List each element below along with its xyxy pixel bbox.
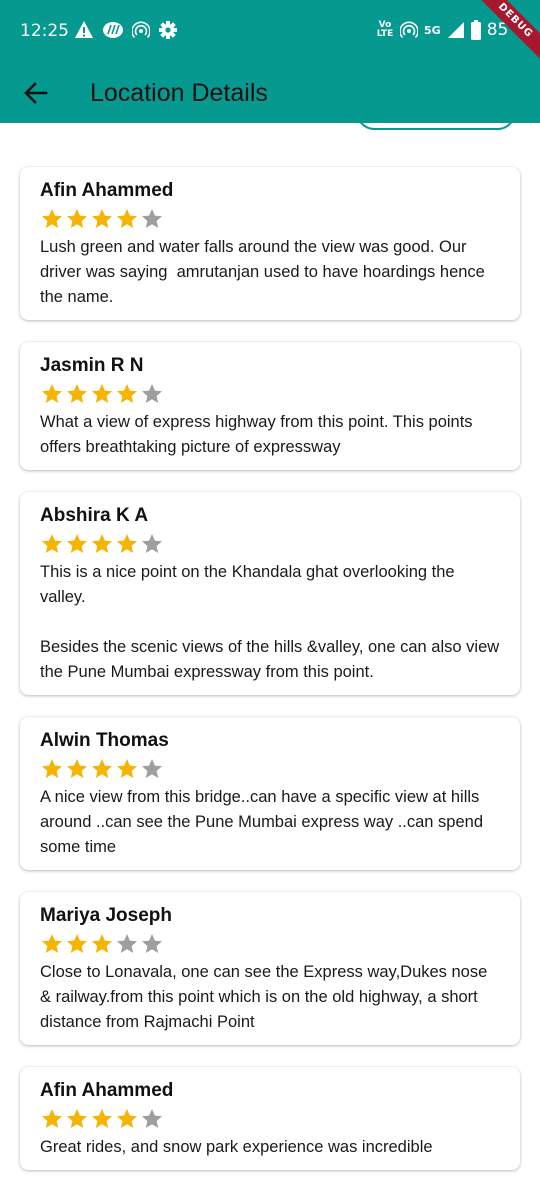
- app-icon: [103, 22, 123, 38]
- star-empty-icon: [117, 934, 137, 953]
- star-filled-icon: [42, 384, 62, 403]
- reviewer-name: Afin Ahammed: [40, 180, 174, 201]
- star-filled-icon: [117, 209, 137, 228]
- reviewer-name: Jasmin R N: [40, 355, 144, 376]
- star-filled-icon: [117, 534, 137, 553]
- star-filled-icon: [92, 534, 112, 553]
- review-text: Great rides, and snow park experience wa…: [40, 1138, 433, 1156]
- review-text: Close to Lonavala, one can see the Expre…: [40, 963, 497, 1031]
- arrow-back-icon[interactable]: [18, 75, 54, 111]
- signal-icon: [447, 22, 464, 38]
- rating-stars: [40, 757, 500, 781]
- review-text: A nice view from this bridge..can have a…: [40, 788, 488, 856]
- star-filled-icon: [67, 1109, 87, 1128]
- star-filled-icon: [117, 384, 137, 403]
- page-title: Location Details: [90, 79, 268, 107]
- star-filled-icon: [92, 934, 112, 953]
- volte-icon: Vo LTE: [376, 20, 394, 39]
- star-filled-icon: [92, 1109, 112, 1128]
- star-filled-icon: [67, 759, 87, 778]
- star-filled-icon: [117, 1109, 137, 1128]
- reviewer-name: Abshira K A: [40, 505, 149, 526]
- review-card: Afin Ahammed Great rides, and snow park …: [20, 1067, 520, 1170]
- star-filled-icon: [67, 209, 87, 228]
- hotspot-icon: [400, 21, 418, 39]
- alert-icon: [75, 21, 93, 38]
- review-card: Mariya Joseph Close to Lonavala, one can…: [20, 892, 520, 1045]
- star-filled-icon: [42, 209, 62, 228]
- star-filled-icon: [67, 934, 87, 953]
- rating-stars: [40, 382, 500, 406]
- reviews-list[interactable]: Afin Ahammed Lush green and water falls …: [0, 123, 540, 1200]
- star-empty-icon: [142, 209, 162, 228]
- rating-stars: [40, 932, 500, 956]
- reviewer-name: Afin Ahammed: [40, 1080, 174, 1101]
- star-filled-icon: [42, 934, 62, 953]
- review-text: Lush green and water falls around the vi…: [40, 238, 490, 306]
- star-filled-icon: [92, 759, 112, 778]
- status-left-icons: [74, 20, 178, 40]
- star-empty-icon: [142, 534, 162, 553]
- status-bar: 12:25 Vo LTE 5G 85 DEBUG: [0, 0, 540, 67]
- app-bar: Location Details: [0, 63, 540, 123]
- rating-stars: [40, 532, 500, 556]
- star-filled-icon: [92, 209, 112, 228]
- review-card: Afin Ahammed Lush green and water falls …: [20, 167, 520, 320]
- star-empty-icon: [142, 1109, 162, 1128]
- review-card: Jasmin R N What a view of express highwa…: [20, 342, 520, 470]
- star-filled-icon: [67, 534, 87, 553]
- star-filled-icon: [67, 384, 87, 403]
- reviewer-name: Alwin Thomas: [40, 730, 169, 751]
- status-time: 12:25: [20, 21, 69, 41]
- reviewer-name: Mariya Joseph: [40, 905, 172, 926]
- star-filled-icon: [117, 759, 137, 778]
- star-empty-icon: [142, 384, 162, 403]
- partially-visible-button[interactable]: [356, 123, 516, 130]
- review-card: Abshira K A This is a nice point on the …: [20, 492, 520, 695]
- star-filled-icon: [92, 384, 112, 403]
- review-card: Alwin Thomas A nice view from this bridg…: [20, 717, 520, 870]
- review-text: This is a nice point on the Khandala gha…: [40, 563, 500, 681]
- star-empty-icon: [142, 759, 162, 778]
- settings-icon: [159, 21, 177, 39]
- star-filled-icon: [42, 534, 62, 553]
- battery-icon: [470, 20, 481, 40]
- star-empty-icon: [142, 934, 162, 953]
- rating-stars: [40, 207, 500, 231]
- status-right-icons: Vo LTE 5G 85: [376, 20, 508, 40]
- star-filled-icon: [42, 759, 62, 778]
- network-type: 5G: [424, 23, 441, 37]
- star-filled-icon: [42, 1109, 62, 1128]
- hotspot-icon: [132, 21, 150, 39]
- rating-stars: [40, 1107, 500, 1131]
- review-text: What a view of express highway from this…: [40, 413, 478, 456]
